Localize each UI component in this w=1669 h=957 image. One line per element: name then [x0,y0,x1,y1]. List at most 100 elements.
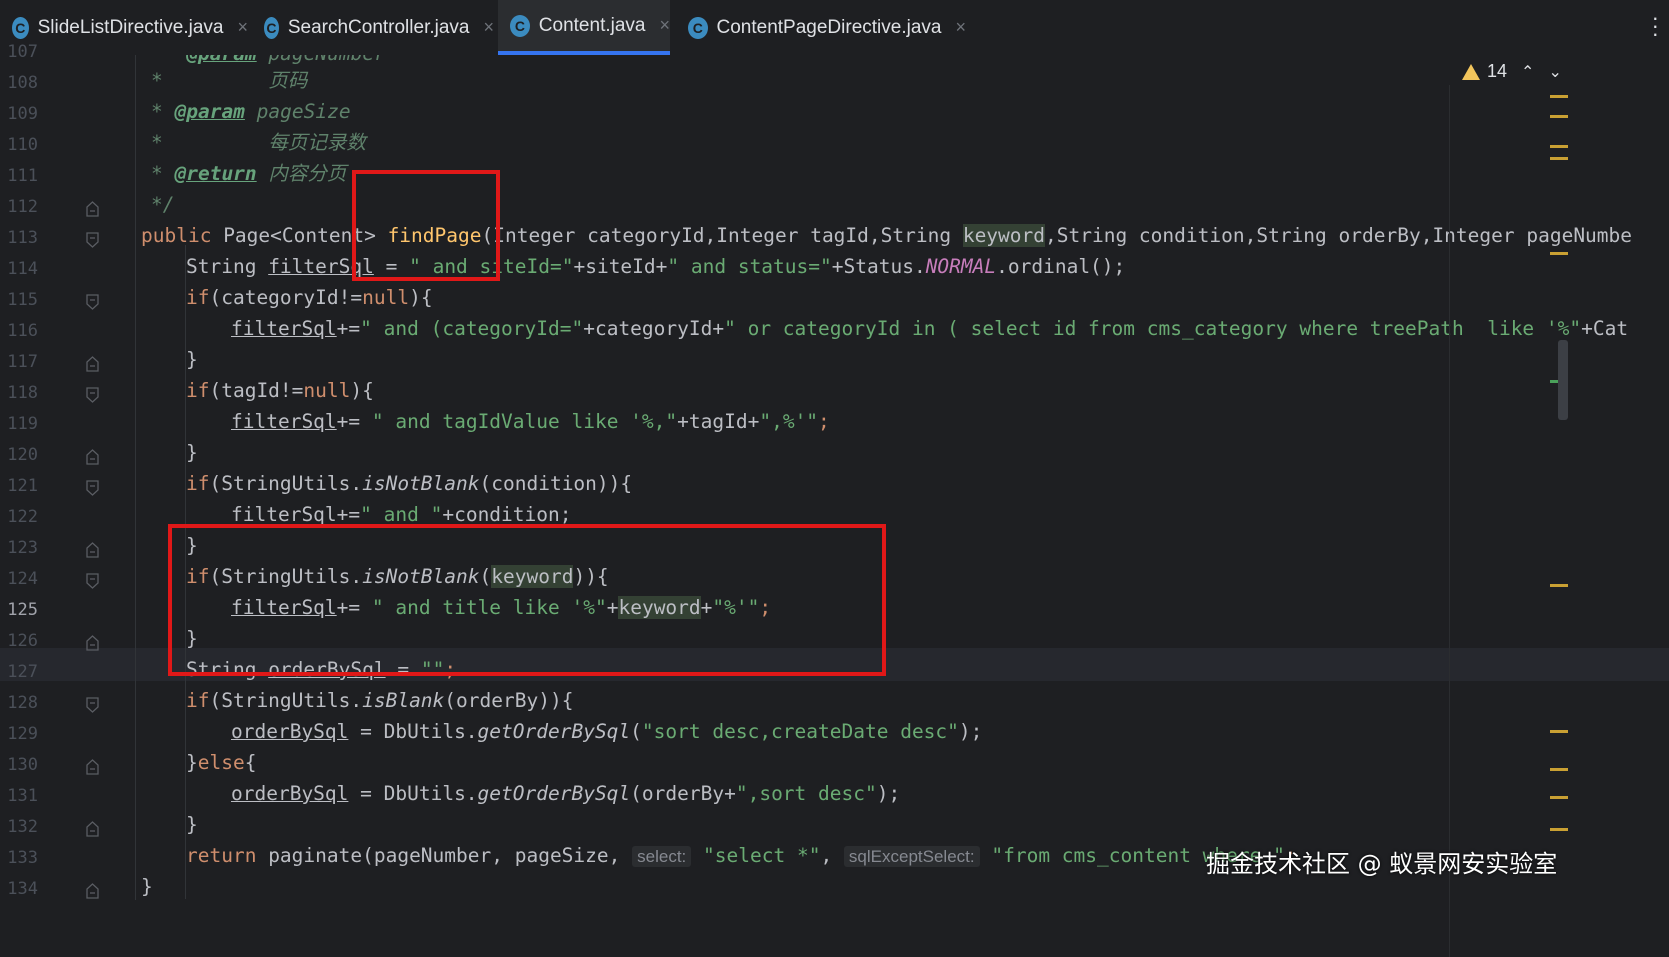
warning-stripe[interactable] [1550,828,1568,831]
code-line-113: public Page<Content> findPage(Integer ca… [141,224,1633,247]
code-line-123: } [186,534,198,557]
warning-triangle-icon [1462,63,1480,80]
fold-marker-icon[interactable] [86,542,99,558]
line-number[interactable]: 107 [0,42,38,62]
line-number-gutter: 107 108 109 110 111 112 113 114 115 116 117 118 119 1… [0,42,135,957]
code-line-117: } [186,348,198,371]
line-number[interactable]: 117 [0,352,38,372]
code-line-116: filterSql+=" and (categoryId="+categoryI… [231,317,1629,340]
line-number[interactable]: 133 [0,848,38,868]
code-line-125: filterSql+= " and title like '%"+keyword… [231,596,772,619]
code-line-124: if(StringUtils.isNotBlank(keyword)){ [186,565,609,588]
warning-stripe[interactable] [1550,730,1568,733]
line-number[interactable]: 109 [0,104,38,124]
code-line-111: * @return 内容分页 [151,162,347,185]
right-margin-divider [1449,85,1450,957]
fold-marker-icon[interactable] [86,635,99,651]
line-number[interactable]: 113 [0,228,38,248]
code-line-118: if(tagId!=null){ [186,379,374,402]
close-icon[interactable]: × [659,15,670,36]
line-number[interactable]: 110 [0,135,38,155]
line-number[interactable]: 127 [0,662,38,682]
warning-stripe[interactable] [1550,145,1568,148]
tab-contentpagedirective[interactable]: C ContentPageDirective.java × [676,0,966,55]
warning-stripe[interactable] [1550,157,1568,160]
warning-stripe[interactable] [1550,796,1568,799]
fold-marker-icon[interactable] [86,697,99,713]
warning-count: 14 [1487,61,1508,81]
code-line-132: } [186,813,198,836]
scrollbar-thumb[interactable] [1558,340,1568,420]
line-number[interactable]: 132 [0,817,38,837]
fold-marker-icon[interactable] [86,821,99,837]
code-line-129: orderBySql = DbUtils.getOrderBySql("sort… [231,720,983,743]
line-number[interactable]: 125 [0,600,38,620]
line-number[interactable]: 116 [0,321,38,341]
line-number[interactable]: 122 [0,507,38,527]
editor-tab-bar: C SlideListDirective.java × C SearchCont… [0,0,1669,56]
line-number[interactable]: 130 [0,755,38,775]
fold-marker-icon[interactable] [86,387,99,403]
code-line-133: return paginate(pageNumber, pageSize, se… [186,844,1297,867]
close-icon[interactable]: × [237,17,248,38]
line-number[interactable]: 126 [0,631,38,651]
line-number[interactable]: 114 [0,259,38,279]
line-number[interactable]: 119 [0,414,38,434]
line-number[interactable]: 123 [0,538,38,558]
line-number[interactable]: 108 [0,73,38,93]
code-line-119: filterSql+= " and tagIdValue like '%,"+t… [231,410,830,433]
fold-marker-icon[interactable] [86,759,99,775]
fold-marker-icon[interactable] [86,356,99,372]
code-editor[interactable]: * @param pageNumber * 页码 * @param pageSi… [135,55,1669,957]
indent-guide [135,55,136,900]
fold-marker-icon[interactable] [86,573,99,589]
tab-label: ContentPageDirective.java [716,16,942,38]
line-number[interactable]: 121 [0,476,38,496]
code-line-121: if(StringUtils.isNotBlank(condition)){ [186,472,633,495]
tab-label: Content.java [538,14,646,36]
line-number[interactable]: 128 [0,693,38,713]
line-number[interactable]: 120 [0,445,38,465]
fold-marker-icon[interactable] [86,201,99,217]
watermark: 掘金技术社区 @ 蚁景网安实验室 [1206,850,1558,878]
close-icon[interactable]: × [955,17,966,38]
line-number[interactable]: 124 [0,569,38,589]
fold-marker-icon[interactable] [86,294,99,310]
tab-searchcontroller[interactable]: C SearchController.java × [252,0,494,55]
fold-marker-icon[interactable] [86,232,99,248]
fold-marker-icon[interactable] [86,883,99,899]
warning-stripe[interactable] [1550,95,1568,98]
warning-stripe[interactable] [1550,252,1568,255]
tab-label: SearchController.java [287,16,470,38]
close-icon[interactable]: × [483,17,494,38]
code-line-110: * 每页记录数 [151,131,366,154]
line-number[interactable]: 129 [0,724,38,744]
class-c-icon: C [688,16,708,39]
fold-marker-icon[interactable] [86,480,99,496]
warning-stripe[interactable] [1550,584,1568,587]
line-number[interactable]: 112 [0,197,38,217]
code-line-108: * 页码 [151,69,308,92]
tab-content[interactable]: C Content.java × [498,0,670,55]
code-line-130: }else{ [186,751,257,774]
chevron-up-icon[interactable]: ⌃ [1521,62,1534,82]
line-number[interactable]: 118 [0,383,38,403]
fold-marker-icon[interactable] [86,449,99,465]
class-c-icon: C [264,16,279,39]
chevron-down-icon[interactable]: ⌄ [1548,62,1561,82]
line-number[interactable]: 111 [0,166,38,186]
code-line-120: } [186,441,198,464]
code-line-131: orderBySql = DbUtils.getOrderBySql(order… [231,782,901,805]
code-line-114: String filterSql = " and siteId="+siteId… [186,255,1126,278]
code-line-128: if(StringUtils.isBlank(orderBy)){ [186,689,574,712]
warning-stripe[interactable] [1550,115,1568,118]
code-line-134: } [141,875,153,898]
more-vertical-icon[interactable]: · · · [1652,7,1659,45]
warning-stripe[interactable] [1550,768,1568,771]
parameter-hint: select: [632,846,692,867]
line-number[interactable]: 131 [0,786,38,806]
inspection-widget[interactable]: 14 ⌃ ⌄ [1462,61,1562,82]
line-number[interactable]: 134 [0,879,38,899]
line-number[interactable]: 115 [0,290,38,310]
class-c-icon: C [12,16,29,39]
